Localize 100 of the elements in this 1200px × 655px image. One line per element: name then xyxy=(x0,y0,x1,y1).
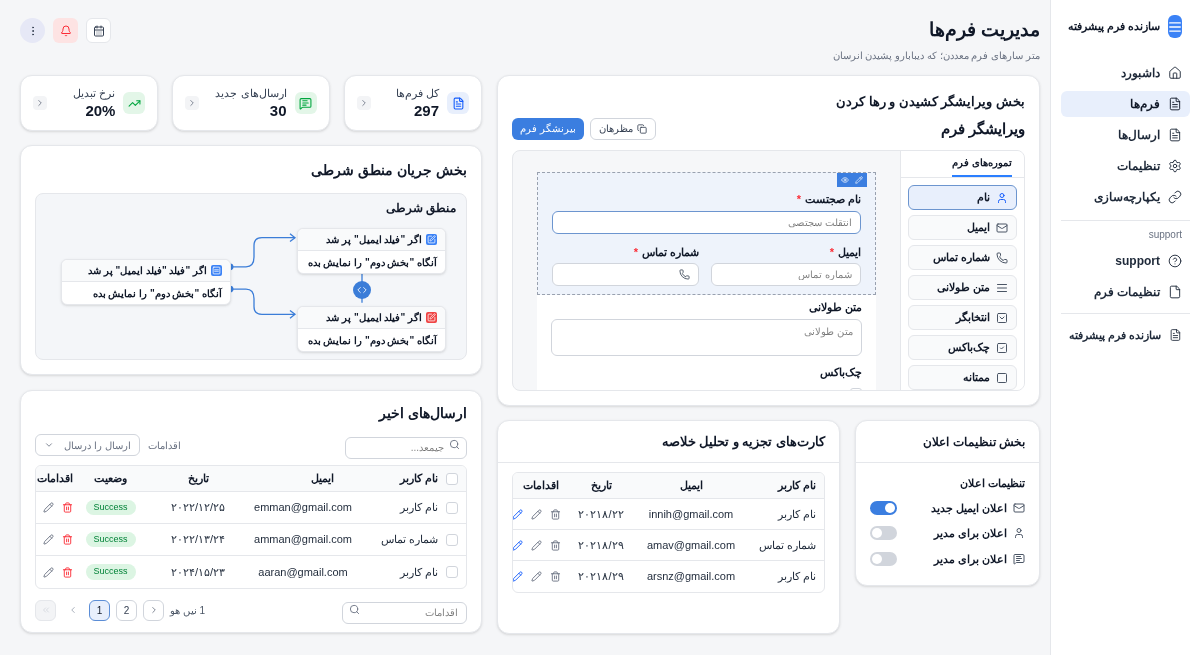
column-header: نام کاربر xyxy=(776,478,816,494)
primary-button[interactable]: بیرنشگر فرم xyxy=(512,117,584,140)
textarea-field[interactable]: متن طولانی xyxy=(551,318,862,356)
palette-item[interactable]: متن طولانی xyxy=(908,275,1017,300)
brand-name: سازنده فرم پیشرفته xyxy=(1067,19,1160,35)
document-icon xyxy=(447,92,469,114)
palette-item[interactable]: ایمیل xyxy=(908,215,1017,240)
phone-field[interactable] xyxy=(552,263,699,286)
column-header: تاریخ xyxy=(186,471,210,487)
checkbox[interactable] xyxy=(446,472,458,485)
sidebar-item[interactable]: ارسال‌ها xyxy=(1061,122,1190,148)
pencil-icon[interactable] xyxy=(43,566,54,578)
stat-value: 297 xyxy=(412,101,439,121)
status-badge: Success xyxy=(85,564,136,580)
delete-icon[interactable] xyxy=(550,571,561,582)
notification-button[interactable] xyxy=(53,18,78,43)
pencil-icon[interactable] xyxy=(43,502,54,513)
section-label: support xyxy=(1147,228,1183,242)
table-cell-text: نام کاربر xyxy=(399,564,438,581)
toggle-switch[interactable] xyxy=(870,551,897,566)
delete-icon[interactable] xyxy=(550,539,561,551)
support-item[interactable]: support xyxy=(1061,248,1190,274)
table-cell-text: ۲۰۲۴/۱۵/۲۳ xyxy=(169,564,227,580)
pencil-icon[interactable] xyxy=(513,571,523,582)
table-cell-text: arsnz@gmail.com xyxy=(645,569,737,585)
pencil-icon[interactable] xyxy=(43,534,54,545)
table-cell-text: ۲۰۲۱۸/۲۹ xyxy=(577,537,625,553)
palette-item[interactable]: چک‌باکس xyxy=(908,335,1017,360)
chevron-button[interactable] xyxy=(185,96,200,110)
text-field[interactable]: انتقلت سجتصی xyxy=(552,210,861,234)
pencil-icon[interactable] xyxy=(513,539,523,551)
toggle-label: اعلان ایمیل جدید xyxy=(930,500,1007,516)
pencil-icon[interactable] xyxy=(531,539,542,551)
column-header: اقدامات xyxy=(522,478,560,494)
table-cell-text: ۲۰۲۲/۱۳/۲۴ xyxy=(169,532,227,548)
logo-icon xyxy=(1168,15,1182,38)
chevron-button[interactable] xyxy=(356,96,371,110)
sidebar-item[interactable]: داشبورد xyxy=(1061,60,1190,86)
page-subtitle: متر سارهای فرم معددن؛ که دیبابارو پشیدن انرسان xyxy=(832,48,1040,63)
document-icon xyxy=(1169,328,1182,342)
node-condition: اگر "فیلد "فیلد ایمیل" پر شد xyxy=(87,264,207,278)
filter-select[interactable]: ارسال را درسال xyxy=(35,434,140,456)
sidebar-item[interactable]: سازنده فرم پیشرفته xyxy=(1061,322,1190,348)
table-cell-text: amav@gmail.com xyxy=(645,537,737,553)
message-icon xyxy=(1013,552,1025,565)
column-header: ایمیل xyxy=(678,478,704,494)
table-cell-text: نام کاربر xyxy=(776,569,816,585)
user-icon xyxy=(996,191,1008,204)
sidebar-item[interactable]: تنظیمات xyxy=(1061,153,1190,179)
checkbox[interactable] xyxy=(446,533,458,546)
palette-item[interactable]: انتخابگر xyxy=(908,305,1017,330)
table-cell-text: نام کاربر xyxy=(399,500,438,516)
eye-icon[interactable] xyxy=(841,176,849,184)
palette-item[interactable]: شماره تماس xyxy=(908,245,1017,270)
toggle-switch[interactable] xyxy=(870,526,897,541)
link-icon xyxy=(1168,190,1182,204)
file-icon xyxy=(1168,285,1182,299)
copy-button[interactable]: مظرهان xyxy=(589,117,656,140)
delete-icon[interactable] xyxy=(62,502,73,513)
checkbox[interactable] xyxy=(446,566,458,578)
copy-icon xyxy=(636,123,647,134)
node-condition: اگر "فیلد ایمیل" پر شد xyxy=(326,233,422,247)
table-cell-text: نام کاربر xyxy=(776,506,816,523)
phone-icon xyxy=(679,269,690,280)
stat-label: ارسال‌های جدید xyxy=(215,86,287,102)
search-field[interactable]: جیمعد... xyxy=(345,436,467,459)
support-item[interactable]: تنظیمات فرم xyxy=(1061,279,1190,305)
pencil-icon[interactable] xyxy=(513,508,523,520)
lines-icon xyxy=(996,281,1008,294)
text-field[interactable]: شماره تماس xyxy=(711,263,861,286)
table-cell-text: ۲۰۲۱۸/۲۲ xyxy=(577,506,625,522)
page-button[interactable]: 1 xyxy=(89,599,110,621)
sidebar-item[interactable]: فرم‌ها xyxy=(1061,91,1190,117)
document-icon xyxy=(1168,128,1182,142)
square-icon xyxy=(996,371,1008,384)
delete-icon[interactable] xyxy=(62,566,73,578)
checkbox[interactable] xyxy=(446,501,458,514)
mail-icon xyxy=(996,221,1008,234)
table-cell-text: شماره تماس xyxy=(757,537,816,554)
calendar-button[interactable] xyxy=(86,18,111,43)
delete-icon[interactable] xyxy=(62,534,73,545)
pencil-icon[interactable] xyxy=(531,508,542,520)
message-icon xyxy=(294,92,317,114)
card-title: بخش ویرایشگر کشیدن و رها کردن xyxy=(834,93,1025,112)
field-label: ایمیل * xyxy=(828,244,861,260)
sidebar-item[interactable]: یکپارچه‌سازی xyxy=(1061,184,1190,210)
pencil-icon[interactable] xyxy=(531,571,542,582)
search-field[interactable]: اقدامات xyxy=(342,601,467,624)
palette-item[interactable]: نام xyxy=(908,185,1017,210)
delete-icon[interactable] xyxy=(550,508,561,520)
column-header: وضعیت xyxy=(93,471,128,487)
page-title: مدیریت فرم‌ها xyxy=(927,18,1040,42)
calendar-icon xyxy=(92,24,105,37)
toggle-switch[interactable] xyxy=(870,500,897,515)
chevron-button[interactable] xyxy=(33,96,47,110)
palette-tab[interactable]: تموره‌های فرم xyxy=(952,155,1012,177)
page-button[interactable]: 2 xyxy=(116,599,137,621)
palette-item[interactable]: ممتانه xyxy=(908,365,1017,390)
table-cell-text: ۲۰۲۲/۱۲/۲۵ xyxy=(169,500,227,516)
field-label: چک‌باکس xyxy=(819,364,862,380)
